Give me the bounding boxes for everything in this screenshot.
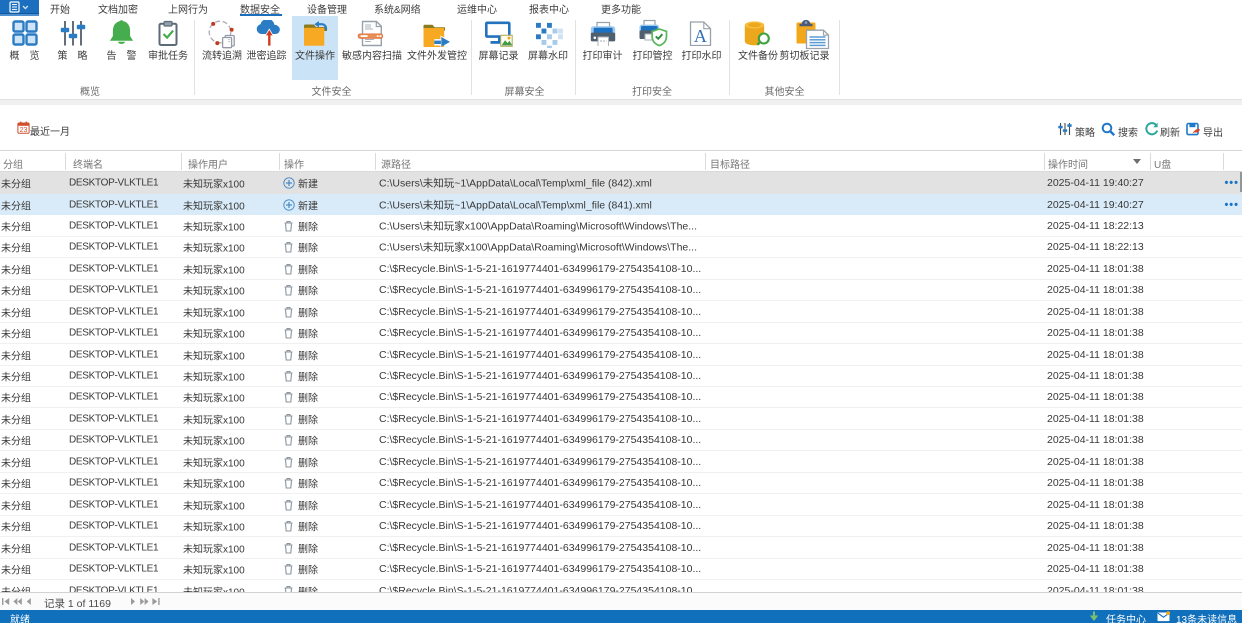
svg-text:23: 23 [20,127,28,134]
svg-text:A: A [693,26,706,46]
